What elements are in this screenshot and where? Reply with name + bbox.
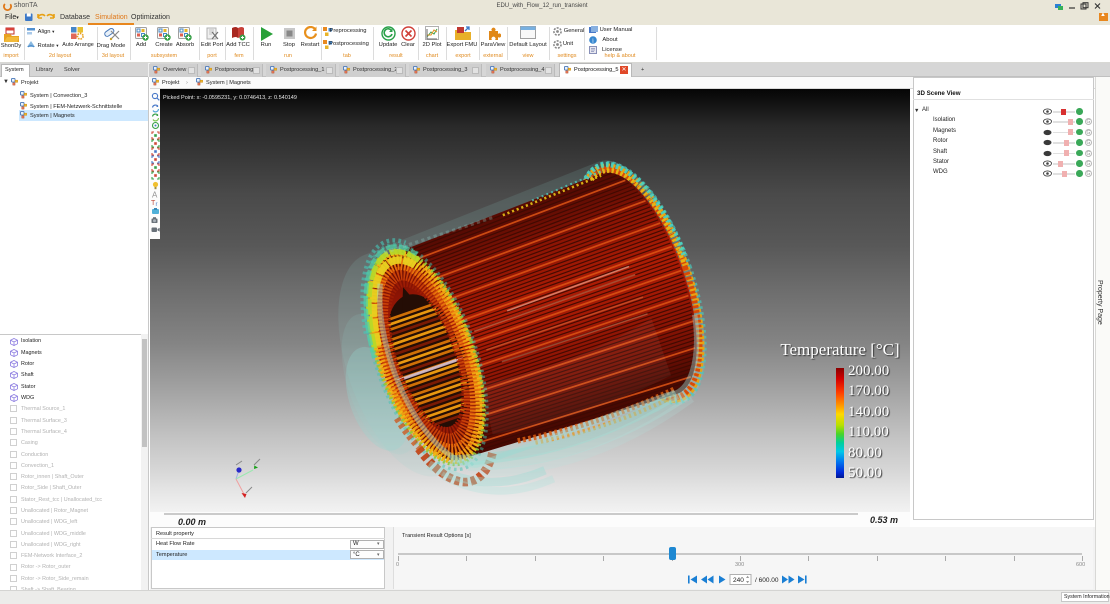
svg-text:140.00: 140.00 xyxy=(848,404,889,420)
svg-text:170.00: 170.00 xyxy=(848,383,889,399)
svg-text:110.00: 110.00 xyxy=(848,424,889,440)
svg-text:Picked Point: x: -0.0595231, y: Picked Point: x: -0.0595231, y: 0.074641… xyxy=(163,95,297,101)
svg-text:200.00: 200.00 xyxy=(848,363,889,379)
svg-text:50.00: 50.00 xyxy=(848,465,882,481)
svg-text:80.00: 80.00 xyxy=(848,445,882,461)
svg-text:Temperature [°C]: Temperature [°C] xyxy=(780,340,899,359)
svg-text:240: 240 xyxy=(733,577,744,584)
svg-text:0.53 m: 0.53 m xyxy=(870,515,898,525)
svg-text:/ 600.00: / 600.00 xyxy=(755,577,779,584)
svg-text:0.00 m: 0.00 m xyxy=(178,517,206,527)
